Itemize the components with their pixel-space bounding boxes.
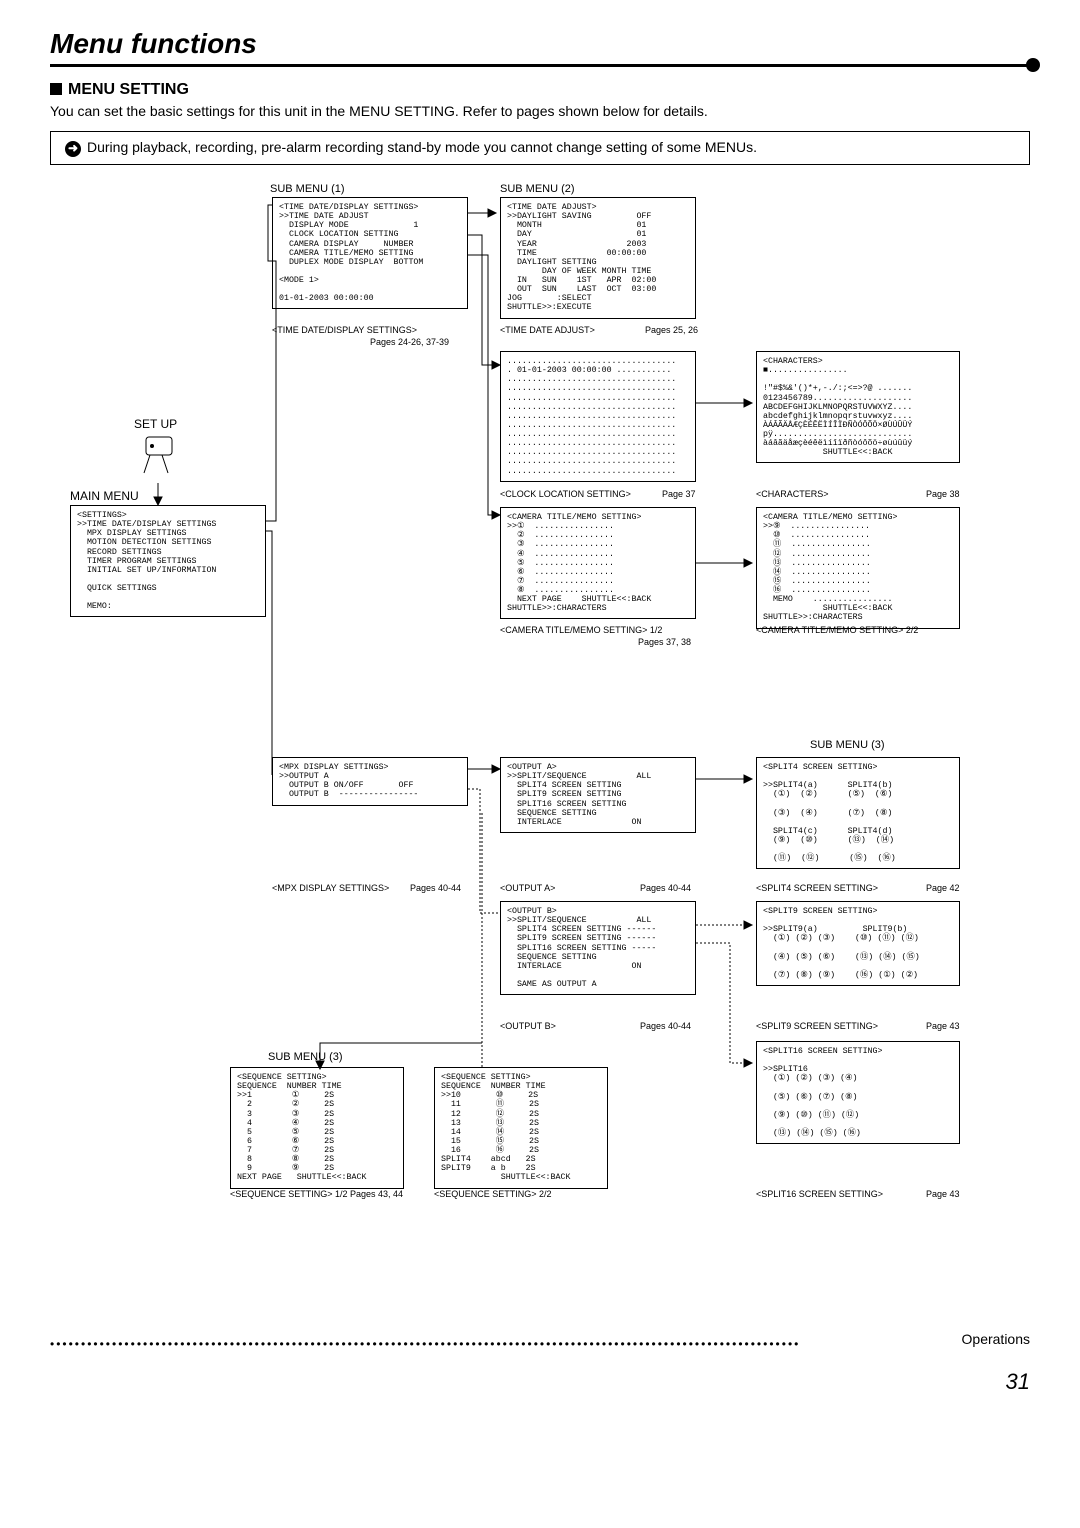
camera-title-2-panel: <CAMERA TITLE/MEMO SETTING> >>⑨ ........…	[756, 507, 960, 629]
mpx-panel: <MPX DISPLAY SETTINGS> >>OUTPUT A OUTPUT…	[272, 757, 468, 806]
split4-panel: <SPLIT4 SCREEN SETTING> >>SPLIT4(a) SPLI…	[756, 757, 960, 869]
setup-button-icon	[140, 433, 180, 481]
sequence-1-panel: <SEQUENCE SETTING> SEQUENCE NUMBER TIME …	[230, 1067, 404, 1189]
note-box: ➜During playback, recording, pre-alarm r…	[50, 131, 1030, 165]
time-date-display-panel: <TIME DATE/DISPLAY SETTINGS> >>TIME DATE…	[272, 197, 468, 309]
settings-panel: <SETTINGS> >>TIME DATE/DISPLAY SETTINGS …	[70, 505, 266, 617]
setup-label: SET UP	[134, 417, 177, 431]
footer-dots: ••••••••••••••••••••••••••••••••••••••••…	[50, 1337, 920, 1351]
ct2-caption: <CAMERA TITLE/MEMO SETTING> 2/2	[756, 625, 918, 635]
clock-pages: Page 37	[662, 489, 696, 499]
camera-title-1-panel: <CAMERA TITLE/MEMO SETTING> >>① ........…	[500, 507, 696, 619]
seq2-caption: <SEQUENCE SETTING> 2/2	[434, 1189, 552, 1199]
s9-caption: <SPLIT9 SCREEN SETTING>	[756, 1021, 878, 1031]
chars-caption: <CHARACTERS>	[756, 489, 829, 499]
seq1-pages: Pages 43, 44	[350, 1189, 403, 1199]
time-date-adjust-panel: <TIME DATE ADJUST> >>DAYLIGHT SAVING OFF…	[500, 197, 696, 319]
submenu1-header: SUB MENU (1)	[270, 183, 345, 195]
tda-pages: Pages 25, 26	[645, 325, 698, 335]
s4-caption: <SPLIT4 SCREEN SETTING>	[756, 883, 878, 893]
split16-panel: <SPLIT16 SCREEN SETTING> >>SPLIT16 (①) (…	[756, 1041, 960, 1144]
output-a-panel: <OUTPUT A> >>SPLIT/SEQUENCE ALL SPLIT4 S…	[500, 757, 696, 833]
outa-caption: <OUTPUT A>	[500, 883, 555, 893]
clock-caption: <CLOCK LOCATION SETTING>	[500, 489, 631, 499]
output-b-panel: <OUTPUT B> >>SPLIT/SEQUENCE ALL SPLIT4 S…	[500, 901, 696, 995]
s16-caption: <SPLIT16 SCREEN SETTING>	[756, 1189, 883, 1199]
characters-panel: <CHARACTERS> ■................ !"#$%&'()…	[756, 351, 960, 463]
ct1-pages: Pages 37, 38	[638, 637, 691, 647]
clock-location-panel: .................................. . 01-…	[500, 351, 696, 482]
square-bullet-icon	[50, 83, 62, 95]
chars-pages: Page 38	[926, 489, 960, 499]
submenu2-header: SUB MENU (2)	[500, 183, 575, 195]
arrow-circle-icon: ➜	[65, 141, 81, 157]
s4-pages: Page 42	[926, 883, 960, 893]
seq1-caption: <SEQUENCE SETTING> 1/2	[230, 1189, 348, 1199]
tda-caption: <TIME DATE ADJUST>	[500, 325, 595, 335]
submenu3b-header: SUB MENU (3)	[268, 1051, 343, 1063]
sequence-2-panel: <SEQUENCE SETTING> SEQUENCE NUMBER TIME …	[434, 1067, 608, 1189]
outb-pages: Pages 40-44	[640, 1021, 691, 1031]
page-tab-marker	[1026, 58, 1040, 72]
page-number: 31	[50, 1369, 1030, 1395]
footer-text: Operations	[962, 1331, 1030, 1347]
outb-caption: <OUTPUT B>	[500, 1021, 556, 1031]
mpx-caption: <MPX DISPLAY SETTINGS>	[272, 883, 389, 893]
tdds-caption: <TIME DATE/DISPLAY SETTINGS>	[272, 325, 417, 335]
submenu3-header: SUB MENU (3)	[810, 739, 885, 751]
section-intro: You can set the basic settings for this …	[50, 103, 1030, 119]
s16-pages: Page 43	[926, 1189, 960, 1199]
title-rule	[50, 64, 1030, 67]
s9-pages: Page 43	[926, 1021, 960, 1031]
menu-diagram: SUB MENU (1) SUB MENU (2) SUB MENU (3) S…	[50, 183, 1030, 1323]
ct1-caption: <CAMERA TITLE/MEMO SETTING> 1/2	[500, 625, 662, 635]
section-heading: MENU SETTING	[50, 81, 1030, 99]
tdds-pages: Pages 24-26, 37-39	[370, 337, 449, 347]
page-title: Menu functions	[50, 28, 257, 59]
split9-panel: <SPLIT9 SCREEN SETTING> >>SPLIT9(a) SPLI…	[756, 901, 960, 986]
main-menu-label: MAIN MENU	[70, 489, 139, 503]
outa-pages: Pages 40-44	[640, 883, 691, 893]
mpx-pages: Pages 40-44	[410, 883, 461, 893]
